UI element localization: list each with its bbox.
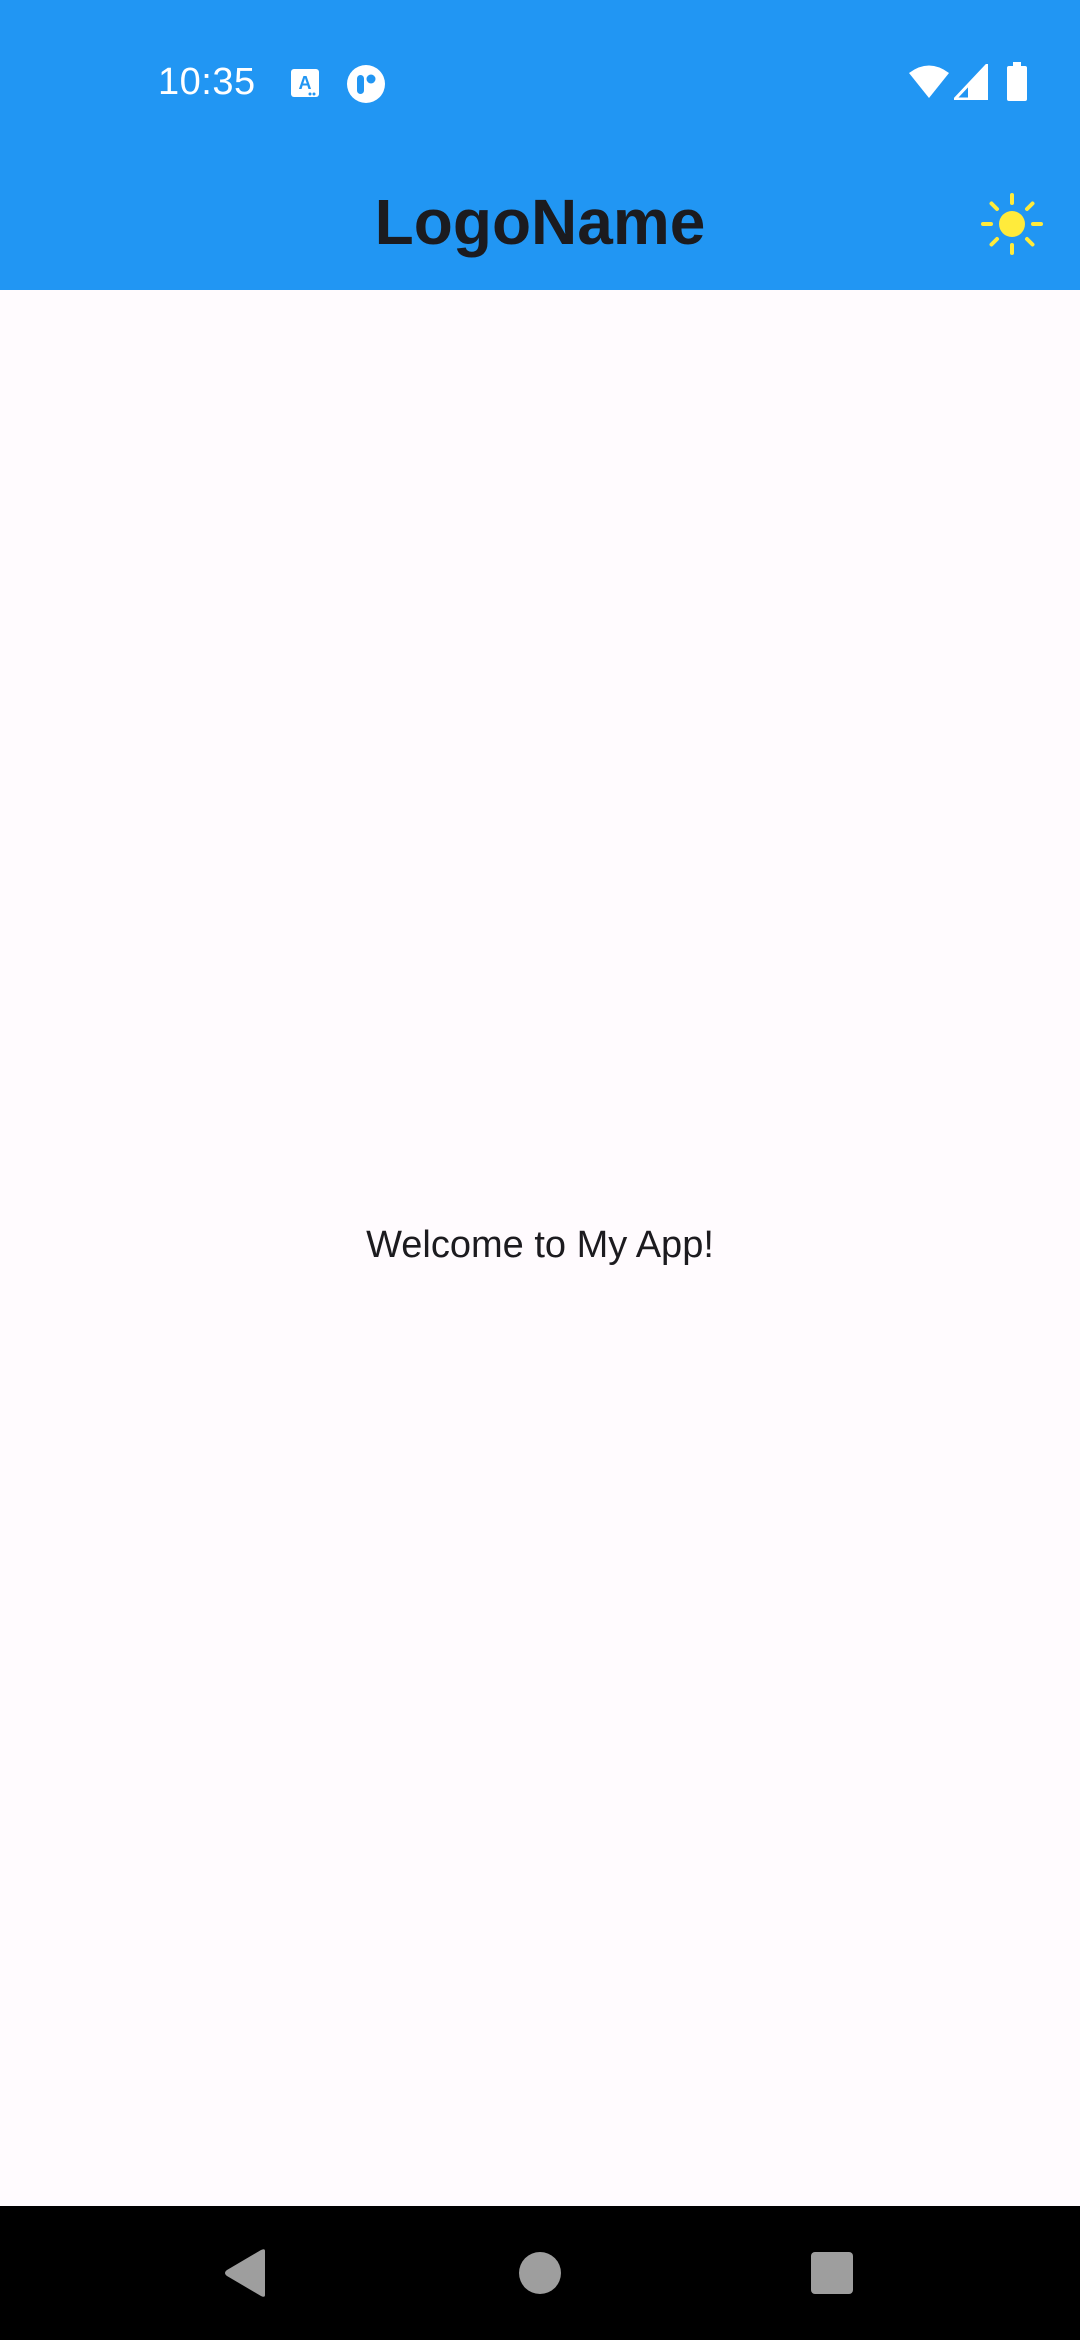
welcome-text: Welcome to My App! — [366, 1224, 714, 1266]
wifi-icon — [909, 65, 949, 98]
recents-icon — [811, 2252, 853, 2294]
back-button[interactable] — [205, 2233, 285, 2313]
back-icon — [225, 2249, 265, 2297]
app-title: LogoName — [374, 186, 706, 258]
translate-icon: A — [291, 69, 319, 97]
battery-icon — [1007, 62, 1027, 101]
app-screen: 10:35 A LogoName Welcome to My App! — [0, 0, 1080, 2340]
navigation-bar — [0, 2206, 1080, 2340]
sun-icon — [981, 193, 1043, 255]
home-button[interactable] — [500, 2233, 580, 2313]
home-icon — [519, 2252, 561, 2294]
status-time: 10:35 — [158, 61, 256, 103]
main-content: Welcome to My App! — [0, 290, 1080, 2206]
app-bar: LogoName — [0, 168, 1080, 290]
recents-button[interactable] — [792, 2233, 872, 2313]
theme-toggle-button[interactable] — [964, 176, 1060, 272]
app-notification-icon — [347, 65, 385, 103]
status-bar: 10:35 A — [0, 0, 1080, 168]
cell-signal-icon — [954, 64, 988, 100]
svg-text:A: A — [299, 73, 312, 93]
